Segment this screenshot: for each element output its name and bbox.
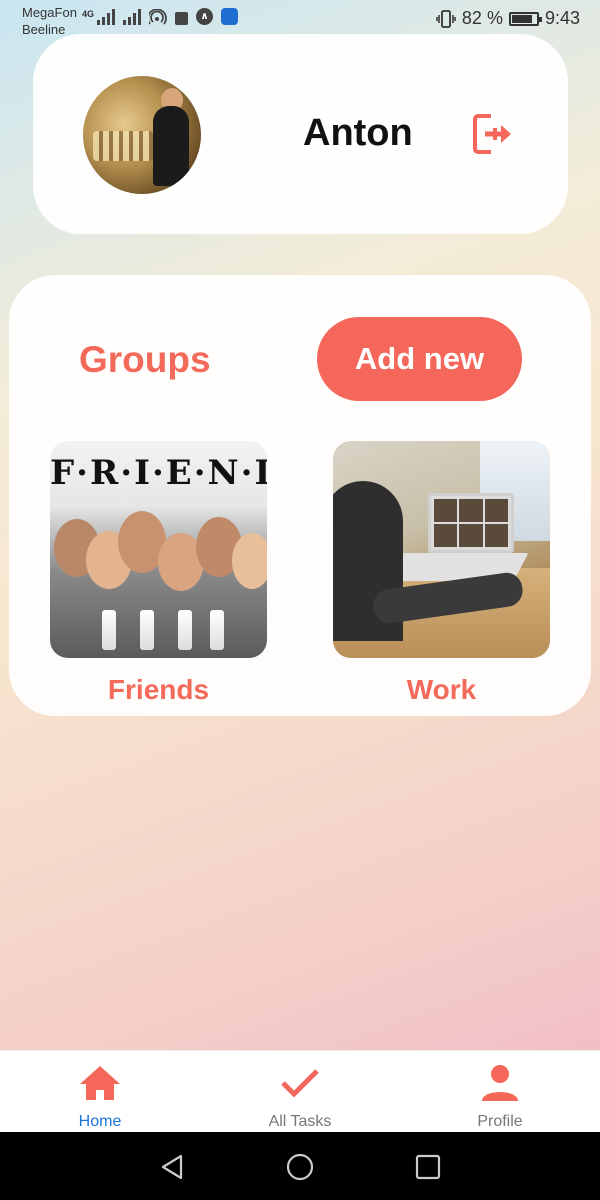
nav-label-home: Home — [78, 1113, 122, 1130]
recents-icon[interactable] — [413, 1152, 443, 1182]
friends-image: F·R·I·E·N·D·S — [50, 441, 267, 658]
add-new-group-button[interactable]: Add new — [317, 317, 522, 401]
group-label-work: Work — [406, 674, 477, 705]
system-nav-bar — [0, 1132, 600, 1200]
signal-2-icon — [123, 9, 142, 25]
nav-item-profile[interactable]: Profile — [400, 1051, 600, 1132]
hotspot-icon — [149, 9, 167, 25]
carrier-info: MegaFon Beeline — [22, 4, 77, 38]
nav-label-all-tasks: All Tasks — [268, 1113, 332, 1130]
nav-label-profile: Profile — [477, 1113, 523, 1130]
avatar[interactable] — [83, 76, 201, 194]
home-circle-icon[interactable] — [285, 1152, 315, 1182]
status-icons-right: 82 % 9:43 — [436, 8, 580, 29]
vibrate-icon — [436, 9, 456, 28]
username: Anton — [303, 112, 413, 154]
profile-card: Anton — [33, 34, 568, 234]
groups-title: Groups — [79, 339, 211, 380]
back-icon[interactable] — [157, 1152, 187, 1182]
groups-card: Groups Add new F·R·I·E·N·D·S Friends — [9, 275, 591, 716]
signal-1-icon: 4G — [82, 9, 116, 25]
profile-icon — [482, 1065, 518, 1101]
friends-logo: F·R·I·E·N·D·S — [50, 453, 267, 493]
group-tile-work[interactable]: Work — [333, 441, 550, 706]
app-notification-icon — [175, 12, 189, 25]
home-icon — [80, 1066, 120, 1100]
logout-icon[interactable] — [471, 112, 515, 156]
carrier-1-name: MegaFon — [22, 5, 77, 20]
vpn-shield-icon — [221, 8, 239, 25]
status-icons-left: 4G ∧ — [82, 8, 239, 25]
nav-item-all-tasks[interactable]: All Tasks — [200, 1051, 400, 1132]
work-image — [333, 441, 550, 658]
bottom-nav: Home All Tasks Profile — [0, 1050, 600, 1132]
battery-percent: 82 % — [461, 8, 503, 28]
group-label-friends: Friends — [107, 674, 210, 705]
arrow-up-notification-icon: ∧ — [196, 8, 214, 25]
check-icon — [281, 1069, 319, 1098]
group-tile-friends[interactable]: F·R·I·E·N·D·S Friends — [50, 441, 267, 706]
nav-item-home[interactable]: Home — [0, 1051, 200, 1132]
battery-icon — [508, 11, 542, 26]
clock: 9:43 — [544, 8, 580, 28]
network-type-label: 4G — [82, 9, 95, 19]
